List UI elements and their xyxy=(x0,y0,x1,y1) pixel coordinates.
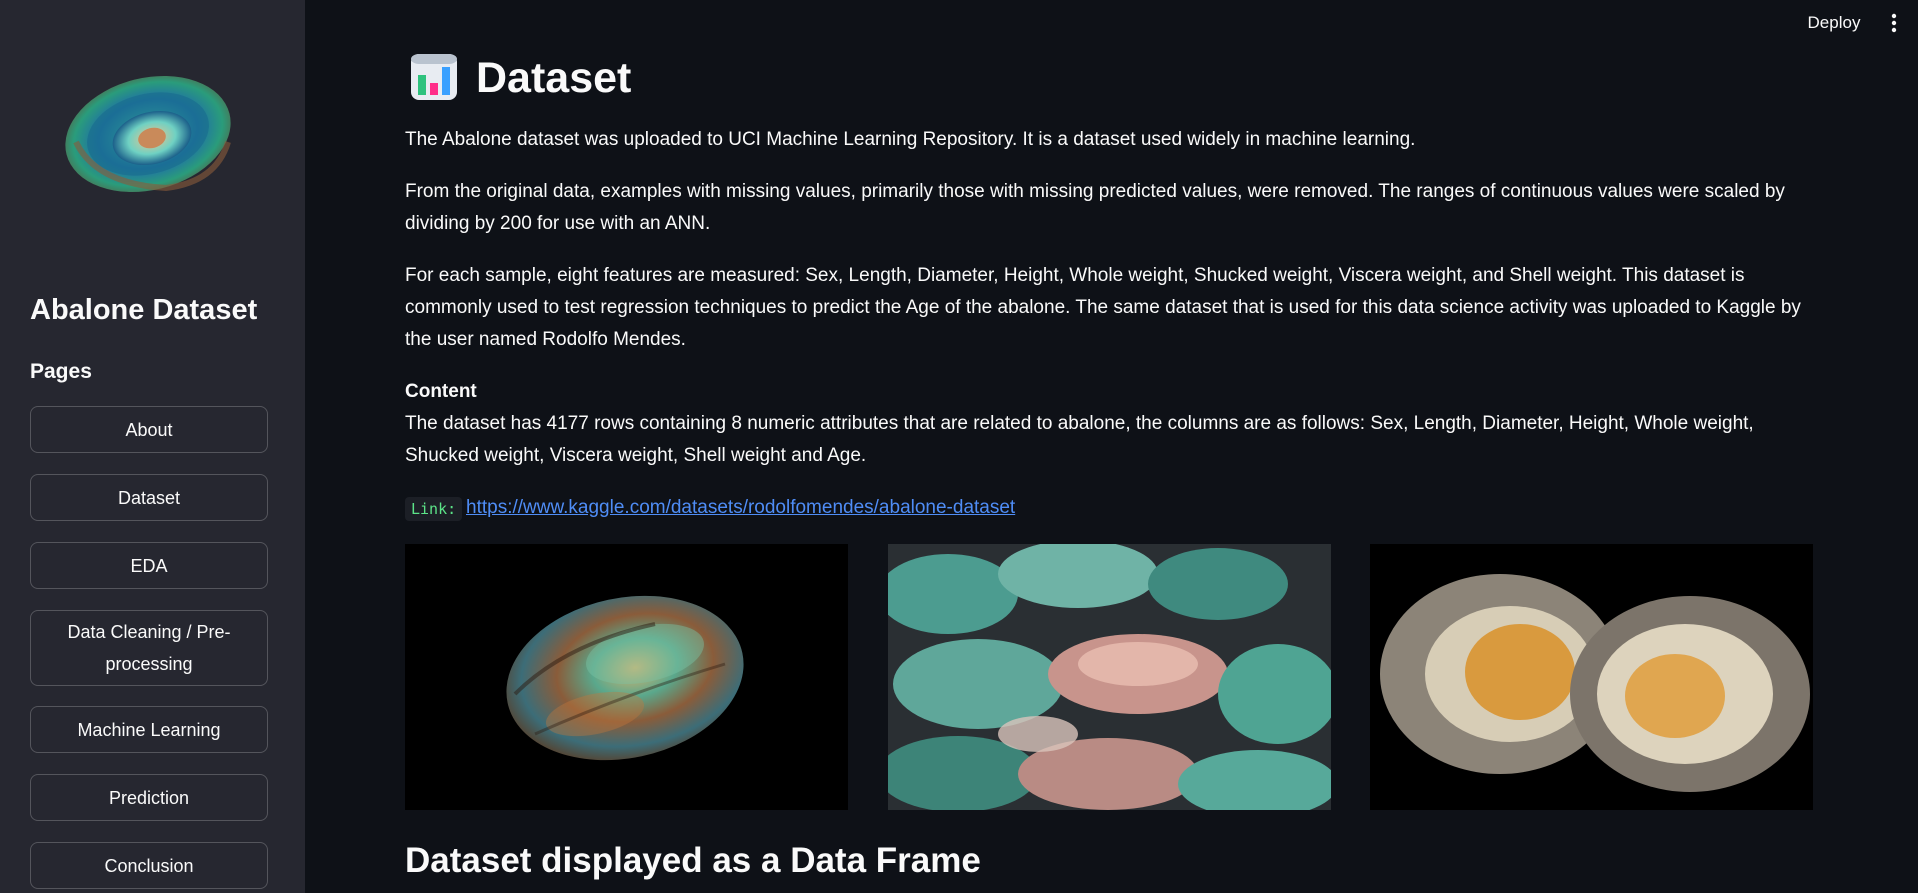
nav-prediction-label: Prediction xyxy=(108,787,190,808)
abalone-pile-photo xyxy=(888,544,1331,810)
kaggle-dataset-link[interactable]: https://www.kaggle.com/datasets/rodolfom… xyxy=(466,494,1015,522)
content-text: The dataset has 4177 rows containing 8 n… xyxy=(405,413,1754,466)
deploy-button[interactable]: Deploy xyxy=(1792,10,1876,36)
app-root: Abalone Dataset Pages About Dataset EDA … xyxy=(0,0,1918,893)
nav-data-cleaning-button[interactable]: Data Cleaning / Pre-processing xyxy=(30,610,268,686)
intro-paragraph: The Abalone dataset was uploaded to UCI … xyxy=(405,129,1416,150)
link-code-label: Link: xyxy=(405,497,463,521)
sidebar: Abalone Dataset Pages About Dataset EDA … xyxy=(0,0,305,893)
nav-machine-learning-label: Machine Learning xyxy=(77,719,221,740)
dataframe-section-heading: Dataset displayed as a Data Frame xyxy=(405,841,981,880)
bar-chart-icon xyxy=(410,53,458,101)
content-heading: Content xyxy=(405,381,477,402)
nav-dataset-button[interactable]: Dataset xyxy=(30,474,268,521)
nav-prediction-button[interactable]: Prediction xyxy=(30,774,268,821)
nav-about-label: About xyxy=(125,419,173,440)
abalone-pair-photo xyxy=(1370,544,1813,810)
main-menu-button[interactable] xyxy=(1884,10,1904,36)
page-title: Dataset xyxy=(476,54,632,102)
nav-dataset-label: Dataset xyxy=(117,487,181,508)
nav-about-button[interactable]: About xyxy=(30,406,268,453)
pages-label: Pages xyxy=(30,360,92,383)
nav-data-cleaning-label: Data Cleaning / Pre-processing xyxy=(67,622,231,674)
kebab-menu-icon xyxy=(1891,13,1897,33)
sidebar-title: Abalone Dataset xyxy=(30,294,258,326)
nav-conclusion-button[interactable]: Conclusion xyxy=(30,842,268,889)
features-paragraph: For each sample, eight features are meas… xyxy=(405,265,1801,350)
content-section: Content The dataset has 4177 rows contai… xyxy=(405,376,1815,472)
nav-conclusion-label: Conclusion xyxy=(104,855,194,876)
nav-eda-button[interactable]: EDA xyxy=(30,542,268,589)
abalone-shell-photo xyxy=(405,544,848,810)
nav-machine-learning-button[interactable]: Machine Learning xyxy=(30,706,268,753)
abalone-logo-icon xyxy=(56,64,236,202)
nav-eda-label: EDA xyxy=(130,555,168,576)
preprocessing-paragraph: From the original data, examples with mi… xyxy=(405,181,1785,234)
